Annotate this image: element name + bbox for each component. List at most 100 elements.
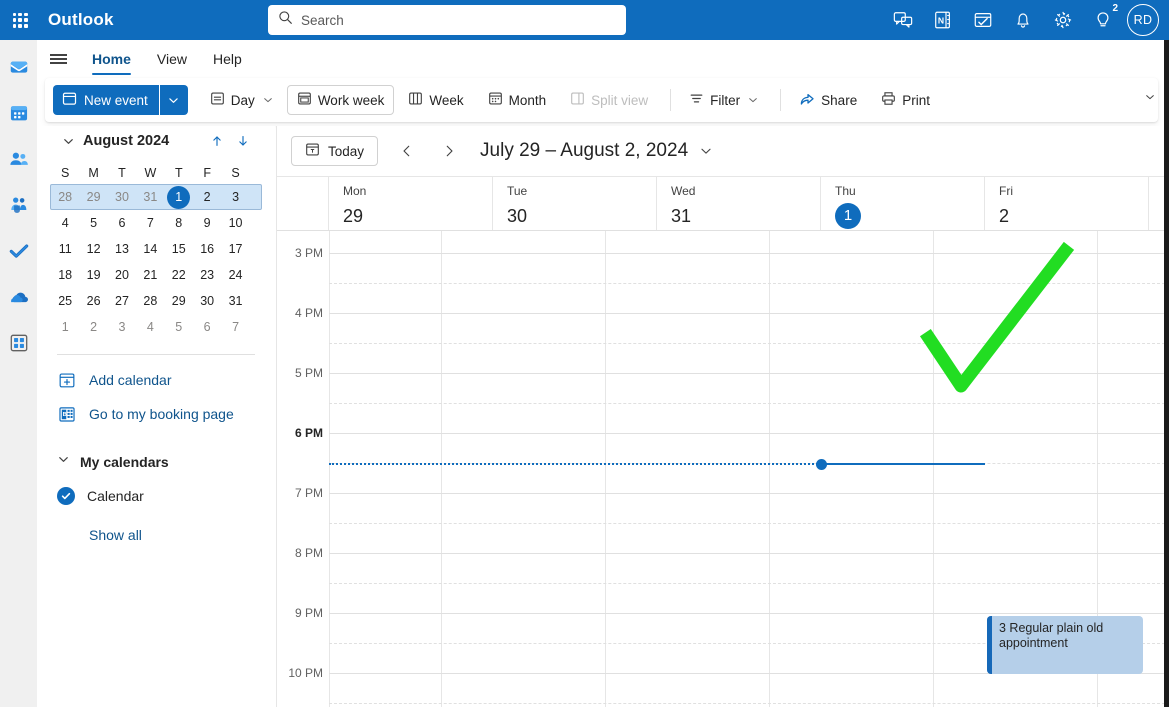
hour-row[interactable]: 8 PM (277, 546, 1169, 613)
mini-calendar-day-cell[interactable]: 20 (108, 263, 136, 287)
mini-calendar-day-cell[interactable]: 24 (221, 263, 249, 287)
my-calendars-group-header[interactable]: My calendars (37, 445, 275, 479)
mini-calendar-day-cell[interactable]: 8 (165, 211, 193, 235)
mini-calendar-day-cell[interactable]: 12 (79, 237, 107, 261)
chevron-down-icon[interactable] (160, 85, 188, 115)
checkmark-circle-icon[interactable] (57, 487, 75, 505)
mini-calendar-day-cell[interactable]: 26 (79, 289, 107, 313)
mini-calendar-day-cell[interactable]: 28 (51, 185, 79, 209)
notifications-bell-icon[interactable] (1003, 0, 1043, 40)
print-button[interactable]: Print (871, 85, 940, 115)
rail-apps-icon[interactable] (4, 328, 34, 358)
mini-calendar-day-cell[interactable]: 5 (165, 315, 193, 339)
mini-calendar-day-cell[interactable]: 30 (108, 185, 136, 209)
mini-calendar-day-cell[interactable]: 7 (136, 211, 164, 235)
mini-calendar-day-cell[interactable]: 2 (79, 315, 107, 339)
mini-calendar-day-cell[interactable]: 22 (165, 263, 193, 287)
tab-home[interactable]: Home (79, 40, 144, 78)
tab-view[interactable]: View (144, 40, 200, 78)
chevron-down-icon[interactable] (57, 135, 79, 148)
today-button[interactable]: Today (291, 136, 379, 166)
add-calendar-item[interactable]: Add calendar (37, 363, 275, 397)
rail-onedrive-icon[interactable] (4, 282, 34, 312)
mini-calendar-day-cell[interactable]: 31 (136, 185, 164, 209)
mini-calendar-day-cell[interactable]: 29 (165, 289, 193, 313)
day-header-column[interactable]: Fri 2 (985, 177, 1149, 230)
mini-calendar-day-cell[interactable]: 9 (193, 211, 221, 235)
mini-calendar-day-cell[interactable]: 3 (108, 315, 136, 339)
mini-calendar-day-cell[interactable]: 4 (136, 315, 164, 339)
day-header-column[interactable]: Wed 31 (657, 177, 821, 230)
rail-todo-icon[interactable] (4, 236, 34, 266)
share-button[interactable]: Share (789, 85, 867, 115)
chevron-down-icon[interactable] (263, 93, 273, 108)
mini-calendar-day-cell[interactable]: 7 (221, 315, 249, 339)
mini-calendar-day-cell[interactable]: 16 (193, 237, 221, 261)
teams-chat-icon[interactable] (883, 0, 923, 40)
filter-button[interactable]: Filter (679, 85, 768, 115)
mini-calendar-day-cell[interactable]: 6 (193, 315, 221, 339)
mini-calendar-day-cell[interactable]: 23 (193, 263, 221, 287)
calendar-grid-scroll[interactable]: 3 PM 4 PM 5 PM 6 PM 7 PM 8 PM 9 PM 10 PM 3 Regu… (277, 231, 1169, 707)
toolbar-overflow-chevron-icon[interactable] (1145, 92, 1155, 104)
work-week-view-button[interactable]: Work week (286, 85, 395, 115)
hour-row[interactable]: 7 PM (277, 486, 1169, 553)
my-day-icon[interactable] (963, 0, 1003, 40)
month-view-button[interactable]: Month (478, 85, 557, 115)
app-launcher-icon[interactable] (0, 0, 40, 40)
chevron-right-icon[interactable] (434, 136, 464, 166)
hour-row[interactable]: 3 PM (277, 246, 1169, 313)
date-range-chevron-down-icon[interactable] (699, 144, 713, 158)
mini-calendar-day-cell[interactable]: 28 (136, 289, 164, 313)
mini-calendar-day-cell[interactable]: 17 (221, 237, 249, 261)
tips-lightbulb-icon[interactable]: 2 (1083, 0, 1123, 40)
tab-help[interactable]: Help (200, 40, 255, 78)
show-all-link[interactable]: Show all (37, 527, 275, 543)
rail-teams-icon[interactable] (4, 190, 34, 220)
search-box[interactable] (268, 5, 626, 35)
settings-gear-icon[interactable] (1043, 0, 1083, 40)
hour-row[interactable]: 5 PM (277, 366, 1169, 433)
mini-calendar-day-cell[interactable]: 3 (221, 185, 249, 209)
hour-row[interactable]: 10 PM (277, 666, 1169, 707)
avatar[interactable]: RD (1127, 4, 1159, 36)
new-event-button[interactable]: New event (53, 85, 188, 115)
mini-calendar-day-cell[interactable]: 13 (108, 237, 136, 261)
mini-calendar-day-cell[interactable]: 15 (165, 237, 193, 261)
day-header-column[interactable]: Mon 29 (329, 177, 493, 230)
mini-calendar-day-cell[interactable]: 1 (51, 315, 79, 339)
mini-calendar-day-cell[interactable]: 4 (51, 211, 79, 235)
hour-row[interactable]: 4 PM (277, 306, 1169, 373)
day-header-column[interactable]: Tue 30 (493, 177, 657, 230)
mini-calendar-day-cell[interactable]: 25 (51, 289, 79, 313)
mini-calendar-day-cell[interactable]: 2 (193, 185, 221, 209)
mini-calendar-day-cell[interactable]: 21 (136, 263, 164, 287)
mini-calendar-day-cell[interactable]: 18 (51, 263, 79, 287)
chevron-left-icon[interactable] (392, 136, 422, 166)
rail-mail-icon[interactable] (4, 52, 34, 82)
mini-calendar-day-cell[interactable]: 11 (51, 237, 79, 261)
mini-calendar-day-cell[interactable]: 29 (79, 185, 107, 209)
chevron-down-icon[interactable] (748, 93, 758, 108)
mini-calendar-day-cell[interactable]: 10 (221, 211, 249, 235)
arrow-down-icon[interactable] (231, 129, 255, 153)
mini-calendar-day-cell[interactable]: 19 (79, 263, 107, 287)
calendar-list-item[interactable]: Calendar (37, 479, 275, 513)
mini-calendar-day-cell[interactable]: 30 (193, 289, 221, 313)
mini-calendar-day-cell[interactable]: 6 (108, 211, 136, 235)
hamburger-menu-icon[interactable] (37, 40, 79, 78)
mini-calendar-today-cell[interactable]: 1 (165, 185, 193, 209)
arrow-up-icon[interactable] (205, 129, 229, 153)
booking-page-item[interactable]: B Go to my booking page (37, 397, 275, 431)
mini-calendar-day-cell[interactable]: 27 (108, 289, 136, 313)
calendar-event[interactable]: 3 Regular plain old appointment (987, 616, 1143, 674)
day-view-button[interactable]: Day (200, 85, 283, 115)
rail-people-icon[interactable] (4, 144, 34, 174)
week-view-button[interactable]: Week (398, 85, 473, 115)
new-event-main[interactable]: New event (53, 85, 160, 115)
search-input[interactable] (301, 12, 616, 28)
onenote-icon[interactable]: N (923, 0, 963, 40)
mini-calendar-day-cell[interactable]: 5 (79, 211, 107, 235)
day-header-column[interactable]: Thu 1 (821, 177, 985, 230)
mini-calendar-day-cell[interactable]: 14 (136, 237, 164, 261)
